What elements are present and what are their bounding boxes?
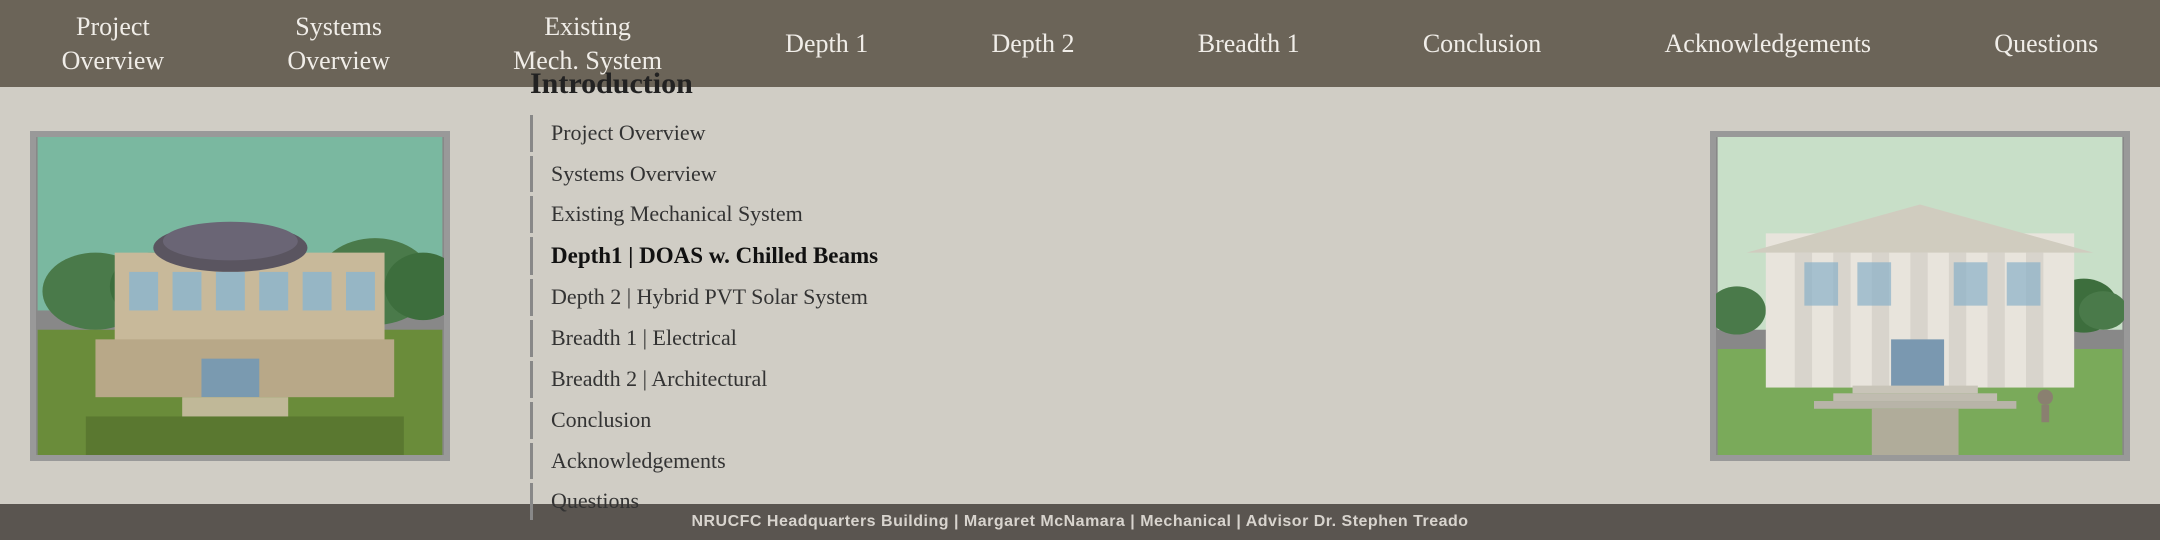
toc-item: Acknowledgements xyxy=(530,443,878,480)
center-content: Introduction Project Overview Systems Ove… xyxy=(450,67,1710,524)
toc-item: Breadth 2 | Architectural xyxy=(530,361,878,398)
left-building-image xyxy=(30,131,450,461)
toc-list: Project Overview Systems OverviewExisting… xyxy=(530,115,878,524)
toc-item: Existing Mechanical System xyxy=(530,196,878,233)
nav-item-acknowledgements[interactable]: Acknowledgements xyxy=(1645,17,1892,71)
toc-item: Depth 2 | Hybrid PVT Solar System xyxy=(530,279,878,316)
toc-item: Project Overview xyxy=(530,115,878,152)
toc-item: Systems Overview xyxy=(530,156,878,193)
intro-title: Introduction xyxy=(530,67,693,101)
nav-item-project-overview[interactable]: ProjectOverview xyxy=(42,0,185,87)
toc-item: Breadth 1 | Electrical xyxy=(530,320,878,357)
toc-item: Depth1 | DOAS w. Chilled Beams xyxy=(530,237,878,275)
main-content: Introduction Project OverviewSystems Ove… xyxy=(0,87,2160,504)
right-building-image xyxy=(1710,131,2130,461)
nav-item-depth2[interactable]: Depth 2 xyxy=(971,17,1094,71)
toc-item: Questions xyxy=(530,483,878,520)
nav-item-questions[interactable]: Questions xyxy=(1974,17,2118,71)
nav-item-depth1[interactable]: Depth 1 xyxy=(765,17,888,71)
nav-item-systems-overview[interactable]: SystemsOverview xyxy=(267,0,410,87)
toc-item: Conclusion xyxy=(530,402,878,439)
nav-item-breadth1[interactable]: Breadth 1 xyxy=(1178,17,1320,71)
nav-item-conclusion[interactable]: Conclusion xyxy=(1403,17,1561,71)
